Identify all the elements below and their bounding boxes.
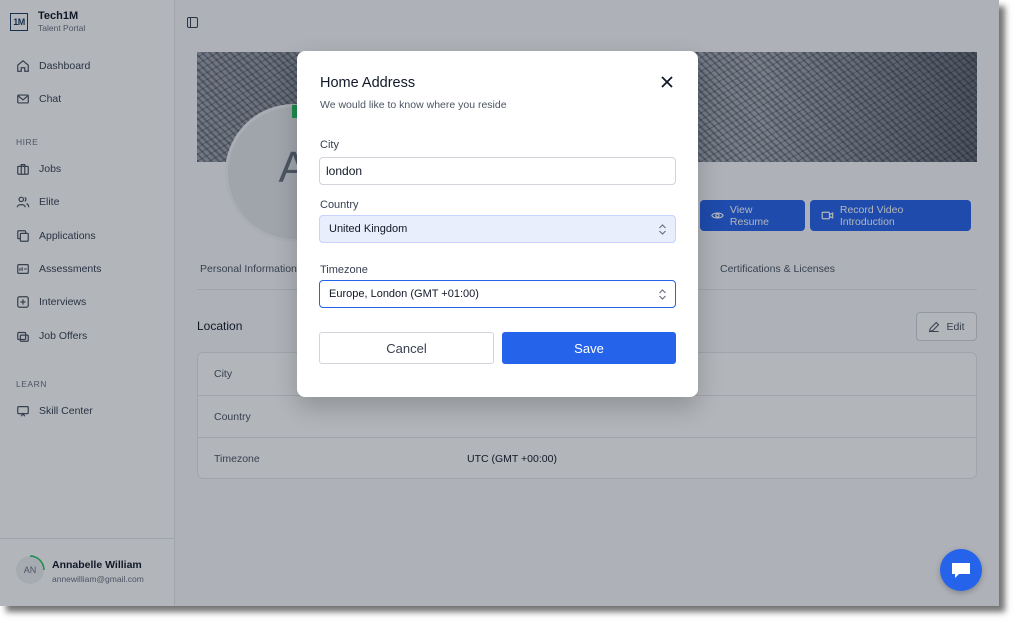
city-label: City: [320, 139, 339, 151]
chat-bubble-icon: [952, 563, 970, 578]
country-value: United Kingdom: [329, 223, 408, 235]
chat-fab-button[interactable]: [940, 549, 982, 591]
modal-subtitle: We would like to know where you reside: [320, 99, 507, 111]
home-address-modal: Home Address We would like to know where…: [297, 51, 698, 397]
modal-title: Home Address: [320, 75, 416, 91]
timezone-value: Europe, London (GMT +01:00): [329, 288, 479, 300]
country-select[interactable]: United Kingdom: [319, 215, 676, 243]
save-button[interactable]: Save: [502, 332, 676, 364]
chevron-up-down-icon: [659, 289, 666, 300]
cancel-button[interactable]: Cancel: [319, 332, 494, 364]
city-input[interactable]: [319, 157, 676, 185]
timezone-select[interactable]: Europe, London (GMT +01:00): [319, 280, 676, 308]
timezone-label: Timezone: [320, 264, 368, 276]
close-icon[interactable]: [659, 74, 675, 90]
country-label: Country: [320, 199, 359, 211]
chevron-up-down-icon: [659, 224, 666, 235]
app-window: 1M Tech1M Talent Portal Dashboard Chat H…: [0, 0, 999, 606]
